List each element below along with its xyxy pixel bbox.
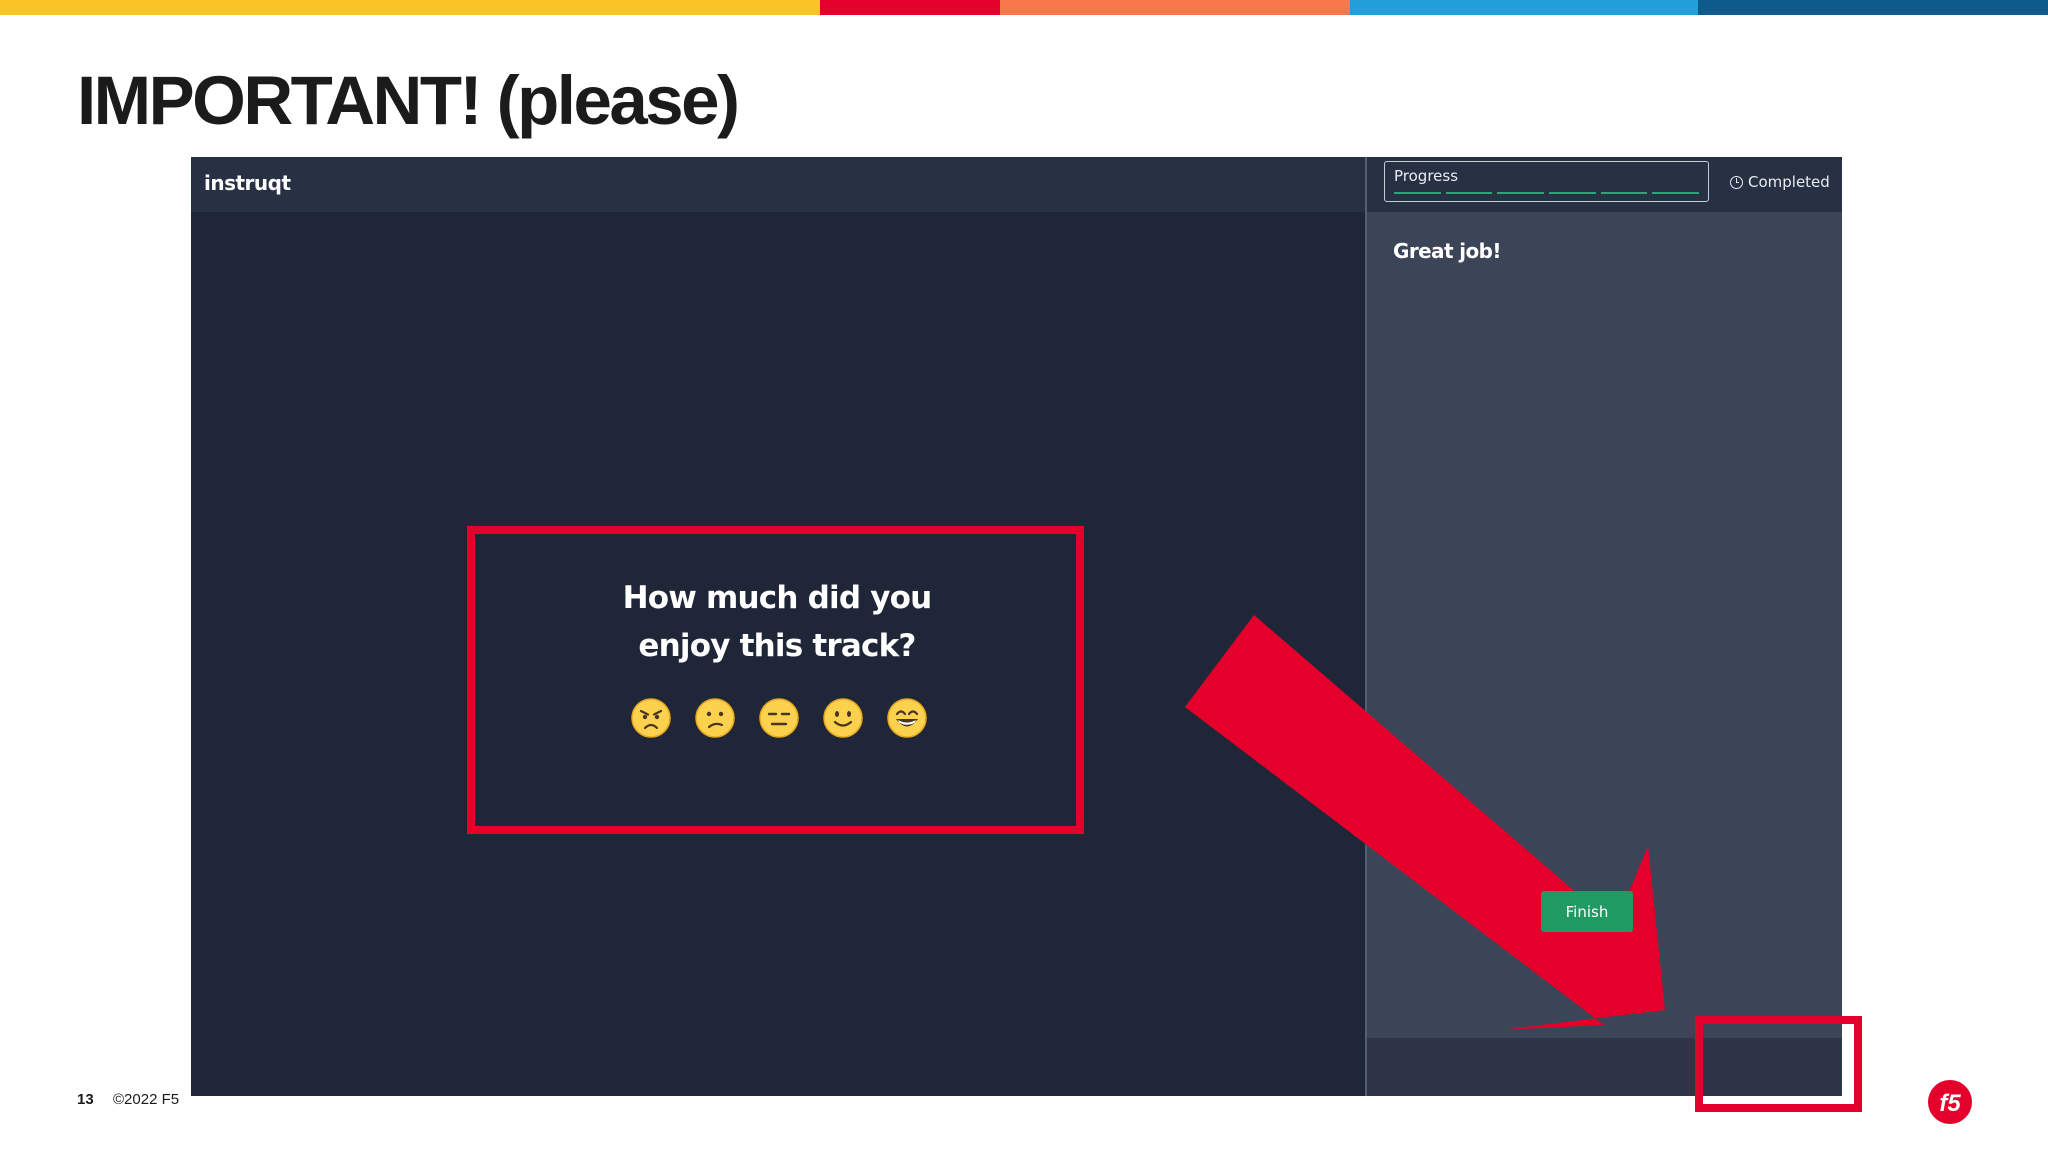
slide-copyright: ©2022 F5 [113,1091,180,1108]
slide-page-number: 13 [77,1091,94,1108]
sidebar-header: Progress Completed [1367,157,1842,212]
stripe-blue [1350,0,1698,15]
grinning-face-icon[interactable] [887,698,927,738]
stripe-yellow [0,0,820,15]
completion-status: Completed [1730,173,1830,191]
progress-bar [1394,192,1700,194]
rating-options [631,698,927,738]
finish-button[interactable]: Finish [1541,891,1633,932]
progress-segment [1652,192,1700,194]
app-header: instruqt [191,157,1365,212]
brand-color-stripe [0,0,2048,15]
stripe-red [820,0,1000,15]
completion-message: Great job! [1393,239,1502,263]
progress-label: Progress [1394,167,1459,185]
progress-segment [1394,192,1441,194]
progress-segment [1445,192,1493,194]
progress-segment [1600,192,1648,194]
progress-segment [1497,192,1545,194]
progress-indicator[interactable]: Progress [1384,161,1709,202]
instruqt-logo: instruqt [204,171,291,195]
angry-face-icon[interactable] [631,698,671,738]
f5-logo: f5 [1928,1080,1972,1124]
rating-question-line: enjoy this track? [638,628,916,664]
sidebar-footer [1367,1038,1842,1096]
stripe-orange [1000,0,1350,15]
f5-logo-text: f5 [1939,1090,1961,1117]
confused-face-icon[interactable] [695,698,735,738]
slide-title: IMPORTANT! (please) [77,62,740,139]
completion-status-label: Completed [1748,173,1830,191]
challenge-sidebar: Progress Completed Great job! [1365,157,1842,1096]
rating-question-line: How much did you [622,580,933,616]
clock-icon [1730,175,1743,189]
expressionless-face-icon[interactable] [759,698,799,738]
rating-question: How much did you enjoy this track? [472,574,1082,670]
stripe-navy [1698,0,2048,15]
progress-segment [1549,192,1596,194]
slightly-smiling-face-icon[interactable] [823,698,863,738]
